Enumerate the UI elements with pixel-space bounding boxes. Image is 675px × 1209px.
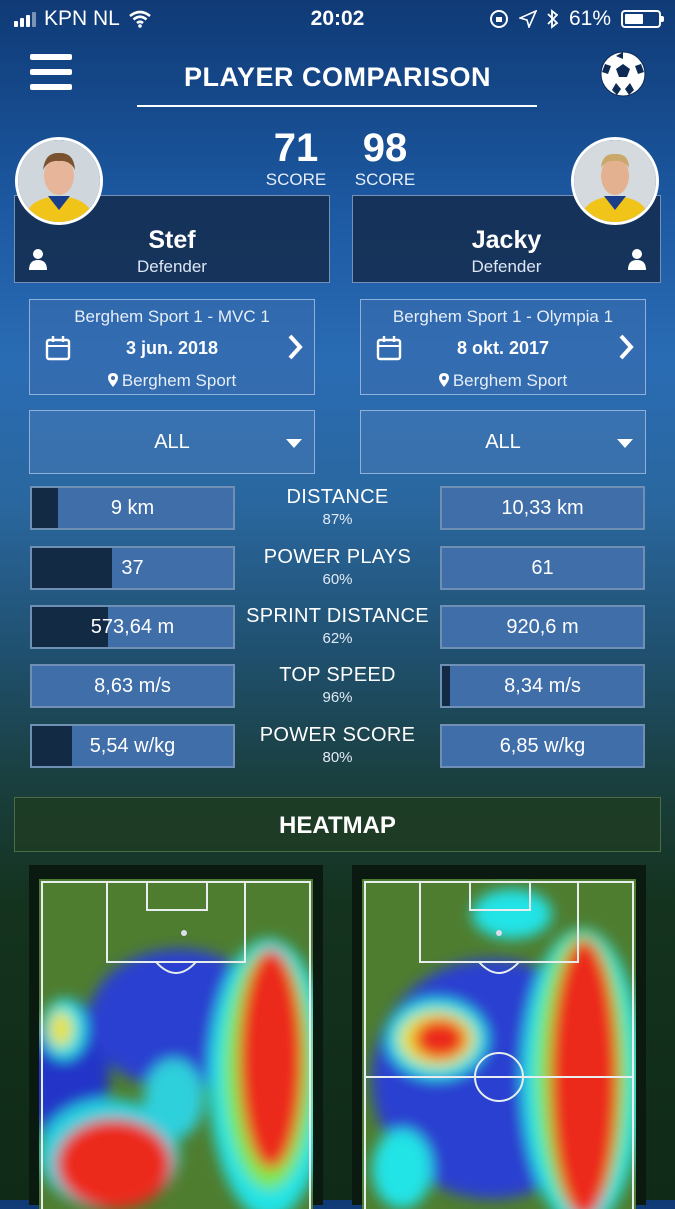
filter-value: ALL bbox=[485, 431, 521, 453]
right-score-label: SCORE bbox=[354, 170, 416, 189]
stat-value: 8,63 m/s bbox=[94, 675, 171, 697]
chevron-right-icon[interactable] bbox=[286, 333, 304, 361]
match-location-text: Berghem Sport bbox=[452, 371, 568, 390]
heatmap-pitch bbox=[39, 879, 313, 1209]
location-pin-icon bbox=[438, 373, 449, 387]
stat-bar-right: 6,85 w/kg bbox=[440, 724, 645, 768]
match-location: Berghem Sport bbox=[30, 371, 314, 391]
player-position: Defender bbox=[137, 257, 207, 276]
stat-label: DISTANCE bbox=[286, 486, 389, 508]
match-title: Berghem Sport 1 - MVC 1 bbox=[74, 307, 270, 326]
stat-label: POWER PLAYS bbox=[263, 546, 412, 568]
heatmap-left bbox=[29, 865, 323, 1209]
stat-value: 10,33 km bbox=[501, 497, 584, 519]
stat-value: 37 bbox=[121, 557, 144, 579]
match-location-text: Berghem Sport bbox=[121, 371, 237, 390]
stat-label-group: POWER SCORE 80% bbox=[237, 724, 438, 766]
caret-down-icon bbox=[617, 439, 633, 448]
caret-down-icon bbox=[286, 439, 302, 448]
stat-label-group: TOP SPEED 96% bbox=[237, 664, 438, 706]
status-bar: KPN NL 20:02 61% bbox=[0, 0, 675, 38]
avatar-right[interactable] bbox=[571, 137, 659, 225]
match-card-right[interactable]: Berghem Sport 1 - Olympia 1 8 okt. 2017 … bbox=[360, 299, 646, 395]
person-icon bbox=[29, 249, 47, 270]
chevron-right-icon[interactable] bbox=[617, 333, 635, 361]
left-score: 71 SCORE bbox=[251, 126, 341, 190]
location-pin-icon bbox=[107, 373, 118, 387]
match-date: 8 okt. 2017 bbox=[456, 338, 550, 358]
heatmap-header: HEATMAP bbox=[14, 797, 661, 852]
stat-value: 573,64 m bbox=[90, 616, 175, 638]
right-score: 98 SCORE bbox=[340, 126, 430, 190]
heatmap-right bbox=[352, 865, 646, 1209]
location-arrow-icon bbox=[518, 10, 537, 28]
soccer-ball-icon[interactable] bbox=[599, 50, 647, 98]
heatmap-title: HEATMAP bbox=[279, 812, 396, 839]
stat-percent: 96% bbox=[322, 689, 353, 706]
stat-value: 920,6 m bbox=[506, 616, 579, 638]
stat-bar-right: 61 bbox=[440, 546, 645, 590]
rotation-lock-icon bbox=[489, 10, 508, 28]
left-score-value: 71 bbox=[273, 126, 319, 170]
status-right: 61% bbox=[489, 7, 664, 31]
stat-label: TOP SPEED bbox=[279, 664, 396, 686]
stat-percent: 60% bbox=[322, 571, 353, 588]
stat-value: 9 km bbox=[110, 497, 155, 519]
filter-value: ALL bbox=[154, 431, 190, 453]
stat-percent: 62% bbox=[322, 630, 353, 647]
player-name: Jacky bbox=[471, 226, 542, 254]
stat-label-group: POWER PLAYS 60% bbox=[237, 546, 438, 588]
stat-bar-left: 37 bbox=[30, 546, 235, 590]
stat-bar-left: 8,63 m/s bbox=[30, 664, 235, 708]
match-date: 3 jun. 2018 bbox=[125, 338, 219, 358]
stat-percent: 87% bbox=[322, 511, 353, 528]
stat-label-group: SPRINT DISTANCE 62% bbox=[237, 605, 438, 647]
stat-value: 61 bbox=[531, 557, 554, 579]
player-position: Defender bbox=[471, 257, 542, 276]
stat-bar-left: 9 km bbox=[30, 486, 235, 530]
stat-label-group: DISTANCE 87% bbox=[237, 486, 438, 528]
page-title: PLAYER COMPARISON bbox=[183, 62, 492, 92]
battery-percent: 61% bbox=[568, 7, 611, 30]
battery-icon bbox=[621, 10, 664, 28]
stat-bar-left: 5,54 w/kg bbox=[30, 724, 235, 768]
match-card-left[interactable]: Berghem Sport 1 - MVC 1 3 jun. 2018 Berg… bbox=[29, 299, 315, 395]
stat-percent: 80% bbox=[322, 749, 353, 766]
person-icon bbox=[628, 249, 646, 270]
player-name: Stef bbox=[148, 226, 196, 254]
filter-dropdown-right[interactable]: ALL bbox=[360, 410, 646, 474]
right-score-value: 98 bbox=[362, 126, 408, 170]
match-location: Berghem Sport bbox=[361, 371, 645, 391]
left-score-label: SCORE bbox=[265, 170, 327, 189]
stat-bar-right: 8,34 m/s bbox=[440, 664, 645, 708]
stat-bar-right: 920,6 m bbox=[440, 605, 645, 649]
heatmap-pitch bbox=[362, 879, 636, 1209]
match-title: Berghem Sport 1 - Olympia 1 bbox=[392, 307, 614, 326]
stat-label: POWER SCORE bbox=[259, 724, 416, 746]
bluetooth-icon bbox=[547, 9, 559, 29]
title-underline bbox=[137, 105, 537, 107]
stat-value: 5,54 w/kg bbox=[89, 735, 176, 757]
stat-value: 8,34 m/s bbox=[504, 675, 581, 697]
avatar-left[interactable] bbox=[15, 137, 103, 225]
stat-label: SPRINT DISTANCE bbox=[246, 605, 429, 627]
filter-dropdown-left[interactable]: ALL bbox=[29, 410, 315, 474]
stat-bar-right: 10,33 km bbox=[440, 486, 645, 530]
stat-value: 6,85 w/kg bbox=[499, 735, 586, 757]
stat-bar-left: 573,64 m bbox=[30, 605, 235, 649]
